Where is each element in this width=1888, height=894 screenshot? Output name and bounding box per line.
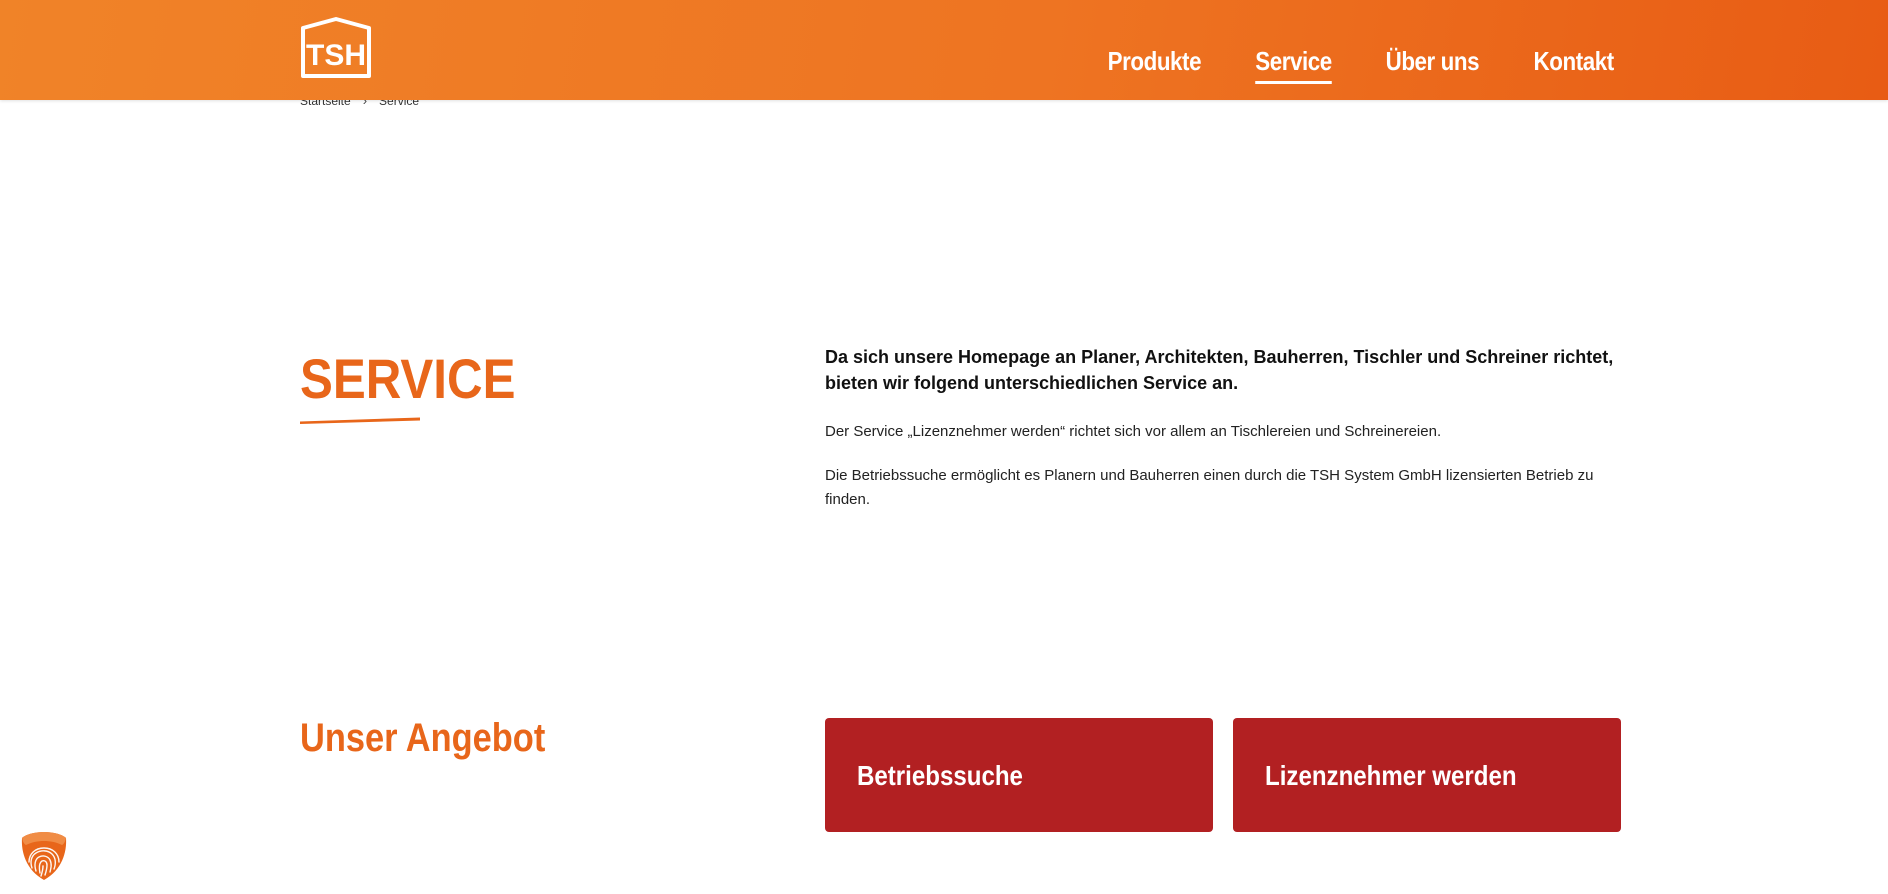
card-label: Lizenznehmer werden: [1265, 760, 1517, 791]
page-title: SERVICE: [300, 347, 516, 410]
card-betriebssuche[interactable]: Betriebssuche: [825, 718, 1213, 832]
site-header: TSH Produkte Service Über uns Kontakt: [0, 0, 1888, 100]
main-nav: Produkte Service Über uns Kontakt: [1100, 46, 1620, 84]
nav-ueber-uns[interactable]: Über uns: [1386, 46, 1480, 84]
tsh-logo[interactable]: TSH: [300, 16, 372, 80]
intro-paragraph-1: Der Service „Lizenznehmer werden“ richte…: [825, 423, 1442, 440]
nav-kontakt[interactable]: Kontakt: [1533, 46, 1614, 84]
logo-text: TSH: [306, 39, 366, 72]
intro-lead: Da sich unsere Homepage an Planer, Archi…: [825, 347, 1614, 393]
offer-title: Unser Angebot: [300, 716, 546, 760]
intro-paragraph-2: Die Betriebssuche ermöglicht es Planern …: [825, 467, 1594, 508]
fingerprint-shield-icon[interactable]: [18, 830, 70, 882]
card-label: Betriebssuche: [857, 760, 1023, 791]
nav-produkte[interactable]: Produkte: [1108, 46, 1202, 84]
title-underline: [300, 417, 420, 424]
card-lizenznehmer-werden[interactable]: Lizenznehmer werden: [1233, 718, 1621, 832]
nav-service[interactable]: Service: [1255, 46, 1332, 84]
intro-text: Da sich unsere Homepage an Planer, Archi…: [825, 344, 1625, 532]
